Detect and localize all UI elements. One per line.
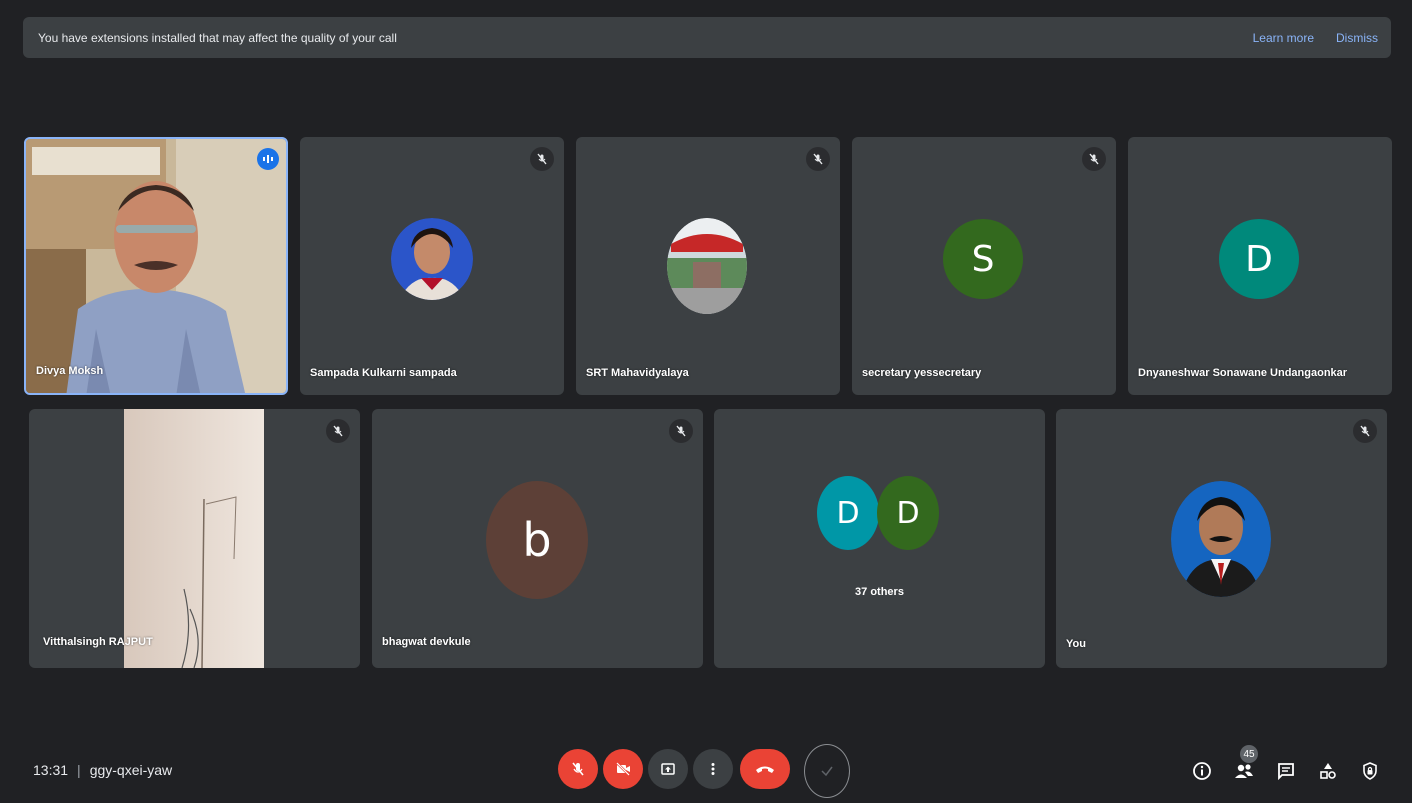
participant-tile-divya-moksh[interactable]: Divya Moksh bbox=[24, 137, 288, 395]
participant-name: secretary yessecretary bbox=[862, 367, 982, 379]
participant-tile-others[interactable]: D D 37 others bbox=[714, 409, 1045, 668]
chat-button[interactable] bbox=[1272, 757, 1300, 785]
video-feed bbox=[124, 409, 264, 668]
extensions-warning-banner: You have extensions installed that may a… bbox=[23, 17, 1391, 58]
banner-message: You have extensions installed that may a… bbox=[38, 30, 397, 45]
meeting-details-button[interactable] bbox=[1188, 757, 1216, 785]
mic-off-icon bbox=[572, 762, 584, 776]
mic-off-icon bbox=[1353, 419, 1377, 443]
avatar: b bbox=[486, 481, 588, 599]
mic-off-icon bbox=[326, 419, 350, 443]
people-icon bbox=[1235, 764, 1253, 778]
more-vert-icon bbox=[711, 763, 715, 775]
video-feed bbox=[26, 139, 286, 393]
participant-tile-dnyaneshwar[interactable]: D Dnyaneshwar Sonawane Undangaonkar bbox=[1128, 137, 1392, 395]
avatar bbox=[391, 218, 473, 300]
participant-count-badge: 45 bbox=[1240, 745, 1258, 763]
end-call-icon bbox=[756, 766, 774, 773]
participant-name: Dnyaneshwar Sonawane Undangaonkar bbox=[1138, 367, 1348, 379]
avatar-other-2: D bbox=[877, 476, 939, 550]
participant-name: Divya Moksh bbox=[36, 365, 104, 377]
chat-icon bbox=[1278, 763, 1294, 781]
more-options-button[interactable] bbox=[693, 749, 733, 789]
participant-name: bhagwat devkule bbox=[382, 636, 471, 648]
participant-tile-secretary[interactable]: S secretary yessecretary bbox=[852, 137, 1116, 395]
mic-off-icon bbox=[1082, 147, 1106, 171]
meeting-code: ggy-qxei-yaw bbox=[89, 762, 173, 778]
shield-lock-icon bbox=[1363, 762, 1377, 780]
avatar bbox=[667, 218, 747, 314]
participant-tile-bhagwat[interactable]: b bhagwat devkule bbox=[372, 409, 703, 668]
participant-tile-vitthalsingh[interactable]: Vitthalsingh RAJPUT bbox=[29, 409, 360, 668]
mic-off-icon bbox=[530, 147, 554, 171]
shapes-icon bbox=[1320, 763, 1336, 779]
participant-name: Vitthalsingh RAJPUT bbox=[43, 636, 153, 648]
info-icon bbox=[1193, 762, 1211, 780]
speaking-indicator-icon bbox=[257, 148, 279, 170]
check-icon bbox=[821, 766, 833, 777]
participant-tile-you[interactable]: You bbox=[1056, 409, 1387, 668]
avatar bbox=[1171, 481, 1271, 597]
participant-tile-sampada[interactable]: Sampada Kulkarni sampada bbox=[300, 137, 564, 395]
banner-actions: Learn more Dismiss bbox=[1253, 31, 1378, 45]
mic-off-icon bbox=[669, 419, 693, 443]
activities-button[interactable] bbox=[1314, 757, 1342, 785]
status-circle bbox=[804, 744, 850, 798]
learn-more-link[interactable]: Learn more bbox=[1253, 31, 1314, 45]
present-screen-button[interactable] bbox=[648, 749, 688, 789]
mic-off-icon bbox=[806, 147, 830, 171]
others-count: 37 others bbox=[855, 586, 904, 598]
participant-tile-srt-mahavidyalaya[interactable]: SRT Mahavidyalaya bbox=[576, 137, 840, 395]
host-controls-button[interactable] bbox=[1356, 757, 1384, 785]
separator: | bbox=[77, 762, 81, 778]
clock: 13:31 bbox=[33, 762, 69, 778]
participant-name: Sampada Kulkarni sampada bbox=[310, 367, 457, 379]
leave-call-button[interactable] bbox=[740, 749, 790, 789]
toggle-microphone-button[interactable] bbox=[558, 749, 598, 789]
present-icon bbox=[661, 763, 675, 775]
dismiss-button[interactable]: Dismiss bbox=[1336, 31, 1378, 45]
meeting-details: 13:31 | ggy-qxei-yaw bbox=[33, 762, 172, 778]
participant-name: SRT Mahavidyalaya bbox=[586, 367, 689, 379]
camera-off-icon bbox=[616, 762, 630, 776]
people-button[interactable]: 45 bbox=[1230, 745, 1258, 785]
avatar: D bbox=[1219, 219, 1299, 299]
avatar: S bbox=[943, 219, 1023, 299]
toggle-camera-button[interactable] bbox=[603, 749, 643, 789]
participant-name: You bbox=[1066, 638, 1086, 650]
avatar-other-1: D bbox=[817, 476, 879, 550]
